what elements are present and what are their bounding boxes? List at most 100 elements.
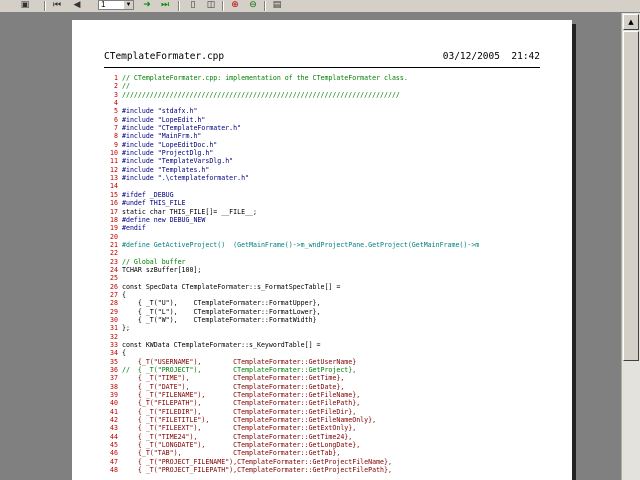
scroll-thumb[interactable] — [623, 31, 639, 361]
scroll-up-button[interactable]: ▲ — [623, 14, 639, 30]
arrow-up-icon: ▲ — [628, 18, 634, 26]
code-line: 6 #include "LopeEdit.h" — [102, 116, 542, 124]
code-text: // CTemplateFormater.cpp: implementation… — [122, 74, 408, 82]
zoom-in-icon: ⊕ — [231, 0, 239, 10]
line-number: 8 — [114, 132, 118, 141]
code-line: 8 #include "MainFrm.h" — [102, 132, 542, 140]
one-page-button[interactable]: ▯ — [186, 0, 200, 11]
code-text: #include ".\ctemplateformater.h" — [122, 174, 250, 183]
code-text: #include "LopeEditDoc.h" — [122, 140, 218, 149]
zoom-in-button[interactable]: ⊕ — [228, 0, 242, 11]
code-line: 12 #include "Templates.h" — [102, 166, 542, 174]
zoom-out-icon: ⊖ — [249, 0, 257, 10]
line-number: 27 — [110, 290, 118, 299]
print-button[interactable]: ▣ — [18, 0, 32, 11]
close-preview-button[interactable]: ▤ — [270, 0, 284, 11]
line-number: 23 — [110, 257, 118, 266]
line-number: 44 — [110, 432, 118, 441]
code-line: 20 — [102, 233, 542, 241]
code-line: 16 #undef THIS_FILE — [102, 199, 542, 207]
code-text: { _T("FILEEXT"), CTemplateFormater::GetE… — [122, 424, 357, 433]
two-page-button[interactable]: ◫ — [204, 0, 218, 11]
line-number: 28 — [110, 299, 118, 308]
prev-page-button[interactable]: ◀ — [70, 0, 84, 11]
line-number: 20 — [110, 232, 118, 241]
vertical-scrollbar[interactable]: ▲ — [621, 13, 640, 480]
code-text: #include "Templates.h" — [122, 165, 210, 174]
chevron-down-icon[interactable]: ▼ — [124, 1, 133, 9]
print-preview-toolbar: ▣ ⏮ ◀ 1 ▼ ➜ ⏭ ▯ ◫ ⊕ ⊖ ▤ — [0, 0, 640, 13]
code-text: #ifdef _DEBUG — [122, 190, 174, 199]
code-text: { _T("TIME24"), CTemplateFormater::GetTi… — [122, 432, 353, 441]
line-number: 14 — [110, 182, 118, 191]
code-line: 13 #include ".\ctemplateformater.h" — [102, 174, 542, 182]
page-number-select[interactable]: 1 ▼ — [98, 0, 134, 10]
line-number: 5 — [114, 107, 118, 116]
code-line: 32 — [102, 333, 542, 341]
line-number: 33 — [110, 341, 118, 349]
next-page-icon: ➜ — [143, 0, 151, 10]
preview-area[interactable]: CTemplateFormater.cpp 03/12/2005 21:42 1… — [0, 13, 622, 480]
zoom-out-button[interactable]: ⊖ — [246, 0, 260, 11]
first-page-icon: ⏮ — [52, 0, 62, 10]
line-number: 34 — [110, 349, 118, 358]
line-number: 40 — [110, 399, 118, 408]
code-text: { _T("FILETITLE"), CTemplateFormater::Ge… — [122, 416, 377, 425]
line-number: 19 — [110, 224, 118, 233]
first-page-button[interactable]: ⏮ — [50, 0, 64, 11]
code-text: { _T("DATE"), CTemplateFormater::GetDate… — [122, 382, 345, 391]
two-page-icon: ◫ — [206, 0, 216, 10]
code-text: #include "CTemplateFormater.h" — [122, 124, 242, 133]
line-number: 1 — [114, 74, 118, 82]
code-listing: 1 // CTemplateFormater.cpp: implementatio… — [102, 74, 542, 475]
code-text: { _T("U"), CTemplateFormater::FormatUppe… — [122, 299, 321, 308]
code-line: 26 const SpecData CTemplateFormater::s_Fo… — [102, 283, 542, 291]
code-text: {_T("USERNAME"), CTemplateFormater::GetU… — [122, 357, 357, 366]
code-line: 29 { _T("L"), CTemplateFormater::FormatL… — [102, 308, 542, 316]
code-text: const SpecData CTemplateFormater::s_Form… — [122, 282, 341, 291]
line-number: 30 — [110, 315, 118, 324]
line-number: 39 — [110, 391, 118, 400]
code-text: { — [122, 290, 126, 299]
code-text: { _T("W"), CTemplateFormater::FormatWidt… — [122, 315, 317, 324]
code-line: 42 { _T("FILETITLE"), CTemplateFormater:… — [102, 416, 542, 424]
code-line: 15 #ifdef _DEBUG — [102, 191, 542, 199]
code-line: 5 #include "stdafx.h" — [102, 107, 542, 115]
line-number: 42 — [110, 416, 118, 425]
line-number: 45 — [110, 441, 118, 450]
last-page-button[interactable]: ⏭ — [158, 0, 172, 11]
code-text: // Global buffer — [122, 257, 186, 266]
toolbar-separator — [178, 1, 180, 11]
one-page-icon: ▯ — [190, 0, 196, 10]
code-text: {_T("TAB"), CTemplateFormater::GetTab}, — [122, 449, 341, 458]
line-number: 25 — [110, 274, 118, 283]
code-line: 27 { — [102, 291, 542, 299]
code-line: 7 #include "CTemplateFormater.h" — [102, 124, 542, 132]
close-preview-icon: ▤ — [272, 0, 282, 10]
line-number: 9 — [114, 140, 118, 149]
toolbar-separator — [44, 1, 46, 11]
page-header-rule — [104, 67, 540, 68]
line-number: 21 — [110, 240, 118, 249]
code-text: #include "TemplateVarsDlg.h" — [122, 157, 234, 166]
code-text: const KWData CTemplateFormater::s_Keywor… — [122, 341, 321, 349]
code-line: 48 { _T("PROJECT_FILEPATH"),CTemplateFor… — [102, 466, 542, 474]
code-line: 33 const KWData CTemplateFormater::s_Keyw… — [102, 341, 542, 349]
code-line: 35 {_T("USERNAME"), CTemplateFormater::G… — [102, 358, 542, 366]
code-text: { _T("PROJECT_FILENAME"),CTemplateFormat… — [122, 457, 392, 466]
code-line: 11 #include "TemplateVarsDlg.h" — [102, 157, 542, 165]
code-text: #undef THIS_FILE — [122, 199, 186, 208]
code-line: 3 ///////////////////////////////////////… — [102, 91, 542, 99]
next-page-button[interactable]: ➜ — [140, 0, 154, 11]
code-line: 40 {_T("FILEPATH"), CTemplateFormater::G… — [102, 399, 542, 407]
code-line: 39 { _T("FILENAME"), CTemplateFormater::… — [102, 391, 542, 399]
code-line: 10 #include "ProjectDlg.h" — [102, 149, 542, 157]
line-number: 3 — [114, 90, 118, 99]
toolbar-separator — [264, 1, 266, 11]
code-line: 18 #define new DEBUG_NEW — [102, 216, 542, 224]
